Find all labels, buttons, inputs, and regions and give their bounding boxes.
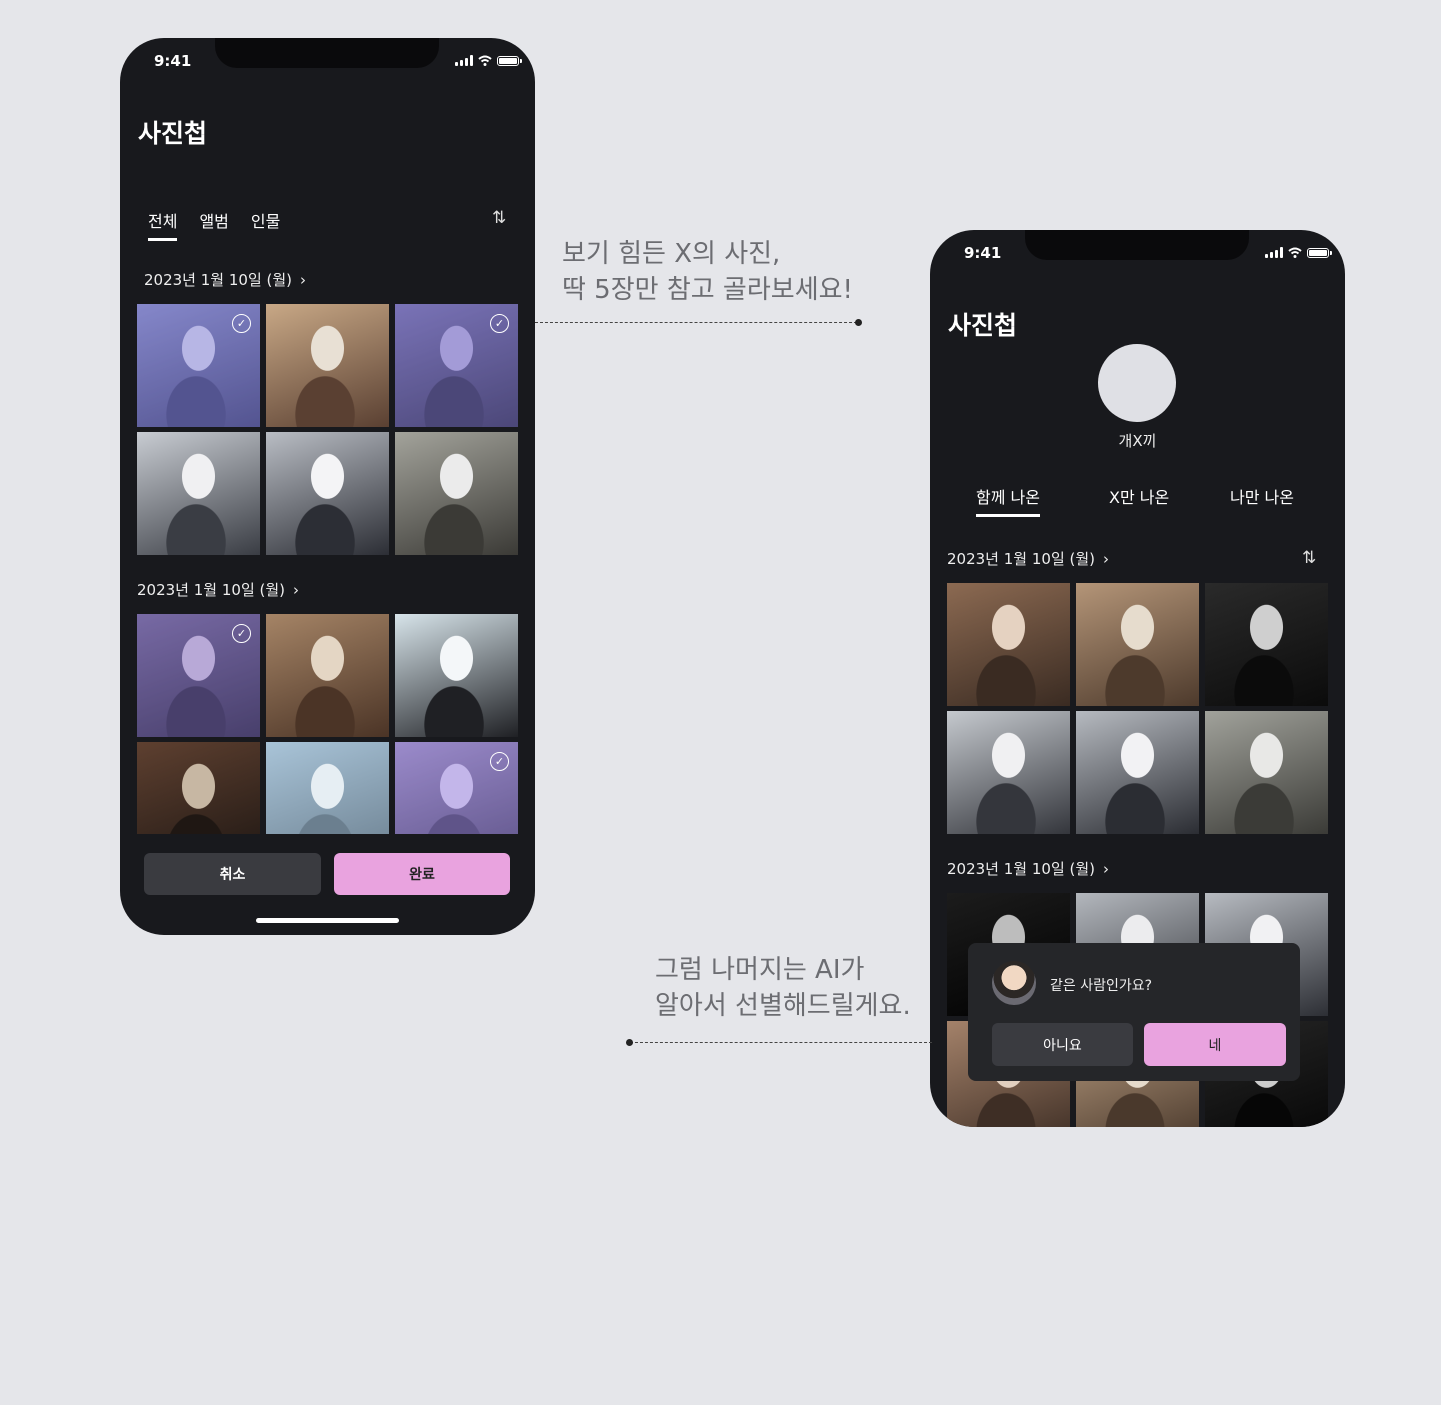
check-circle-icon[interactable]: ✓: [232, 314, 251, 333]
status-icons: [1265, 247, 1332, 258]
tab-album[interactable]: 앨범: [199, 208, 228, 241]
photo-thumbnail[interactable]: [1205, 711, 1328, 834]
avatar[interactable]: [1098, 344, 1176, 422]
same-person-dialog: 같은 사람인가요? 아니요 네: [968, 943, 1300, 1081]
caption-top: 보기 힘든 X의 사진, 딱 5장만 참고 골라보세요!: [562, 236, 853, 308]
caption-line: 알아서 선별해드릴게요.: [655, 991, 911, 1021]
status-time: 9:41: [964, 244, 1002, 262]
photo-thumbnail[interactable]: ✓: [137, 614, 260, 737]
photo-thumbnail[interactable]: [947, 583, 1070, 706]
photo-thumbnail[interactable]: [137, 432, 260, 555]
photo-thumbnail[interactable]: ✓: [137, 304, 260, 427]
caption-line: 그럼 나머지는 AI가: [655, 955, 865, 985]
status-time: 9:41: [154, 52, 192, 70]
sort-icon[interactable]: ⇅: [492, 208, 506, 228]
connector-line-top: [535, 322, 857, 323]
battery-icon: [497, 55, 522, 66]
photo-thumbnail[interactable]: [266, 742, 389, 834]
tab-people[interactable]: 인물: [251, 208, 280, 241]
photo-thumbnail[interactable]: [1076, 583, 1199, 706]
section-date-1[interactable]: 2023년 1월 10일 (월) ›: [947, 548, 1109, 569]
check-circle-icon[interactable]: ✓: [490, 314, 509, 333]
photo-thumbnail[interactable]: [1076, 711, 1199, 834]
tab-together[interactable]: 함께 나온: [976, 484, 1040, 517]
connector-line-bottom: [630, 1042, 932, 1043]
photo-thumbnail[interactable]: [137, 742, 260, 834]
photo-thumbnail[interactable]: [395, 432, 518, 555]
battery-icon: [1307, 247, 1332, 258]
home-indicator: [256, 918, 399, 923]
wifi-icon: [478, 55, 492, 66]
check-circle-icon[interactable]: ✓: [490, 752, 509, 771]
phone-screen-person: 9:41 사진첩 개X끼 함께 나온 X만 나온 나만 나온 2023년 1월 …: [930, 230, 1345, 1127]
photo-thumbnail[interactable]: [395, 614, 518, 737]
chevron-right-icon: ›: [1103, 549, 1110, 568]
photo-thumbnail[interactable]: [947, 711, 1070, 834]
sort-icon[interactable]: ⇅: [1302, 548, 1316, 568]
yes-button[interactable]: 네: [1144, 1023, 1286, 1066]
notch: [1025, 230, 1249, 260]
section-date-label: 2023년 1월 10일 (월): [144, 271, 293, 289]
photo-thumbnail[interactable]: [266, 432, 389, 555]
dialog-avatar: [992, 961, 1036, 1005]
notch: [215, 38, 439, 68]
phone-screen-select: 9:41 사진첩 전체 앨범 인물 ⇅ 2023년 1월 10일 (월) › ✓…: [120, 38, 535, 935]
person-name: 개X끼: [1118, 432, 1157, 450]
photo-thumbnail[interactable]: ✓: [395, 304, 518, 427]
status-icons: [455, 55, 522, 66]
tab-x-only[interactable]: X만 나온: [1109, 484, 1169, 514]
connector-dot-top: [855, 319, 862, 326]
photo-thumbnail[interactable]: [1205, 583, 1328, 706]
chevron-right-icon: ›: [300, 270, 307, 289]
photo-thumbnail[interactable]: ✓: [395, 742, 518, 834]
tab-me-only[interactable]: 나만 나온: [1230, 484, 1294, 514]
section-date-label: 2023년 1월 10일 (월): [947, 860, 1096, 878]
photo-grid: ✓ ✓: [137, 614, 518, 834]
page-title: 사진첩: [138, 119, 208, 148]
dialog-question: 같은 사람인가요?: [1050, 978, 1153, 994]
signal-icon: [1265, 247, 1283, 258]
chevron-right-icon: ›: [293, 580, 300, 599]
wifi-icon: [1288, 247, 1302, 258]
section-date-2[interactable]: 2023년 1월 10일 (월) ›: [947, 858, 1109, 879]
chevron-right-icon: ›: [1103, 859, 1110, 878]
check-circle-icon[interactable]: ✓: [232, 624, 251, 643]
section-date-2[interactable]: 2023년 1월 10일 (월) ›: [137, 579, 299, 600]
no-button[interactable]: 아니요: [992, 1023, 1133, 1066]
photo-thumbnail[interactable]: [266, 304, 389, 427]
caption-line: 보기 힘든 X의 사진,: [562, 239, 781, 269]
caption-line: 딱 5장만 참고 골라보세요!: [562, 275, 853, 305]
signal-icon: [455, 55, 473, 66]
done-button[interactable]: 완료: [334, 853, 510, 895]
section-date-1[interactable]: 2023년 1월 10일 (월) ›: [144, 269, 306, 290]
section-date-label: 2023년 1월 10일 (월): [947, 550, 1096, 568]
tab-bar: 전체 앨범 인물: [148, 208, 280, 241]
page-title: 사진첩: [948, 311, 1018, 340]
caption-bottom: 그럼 나머지는 AI가 알아서 선별해드릴게요.: [655, 952, 911, 1024]
photo-grid: [947, 583, 1328, 834]
connector-dot-bottom: [626, 1039, 633, 1046]
cancel-button[interactable]: 취소: [144, 853, 321, 895]
photo-thumbnail[interactable]: [266, 614, 389, 737]
section-date-label: 2023년 1월 10일 (월): [137, 581, 286, 599]
photo-grid: ✓ ✓: [137, 304, 518, 555]
tab-all[interactable]: 전체: [148, 208, 178, 241]
